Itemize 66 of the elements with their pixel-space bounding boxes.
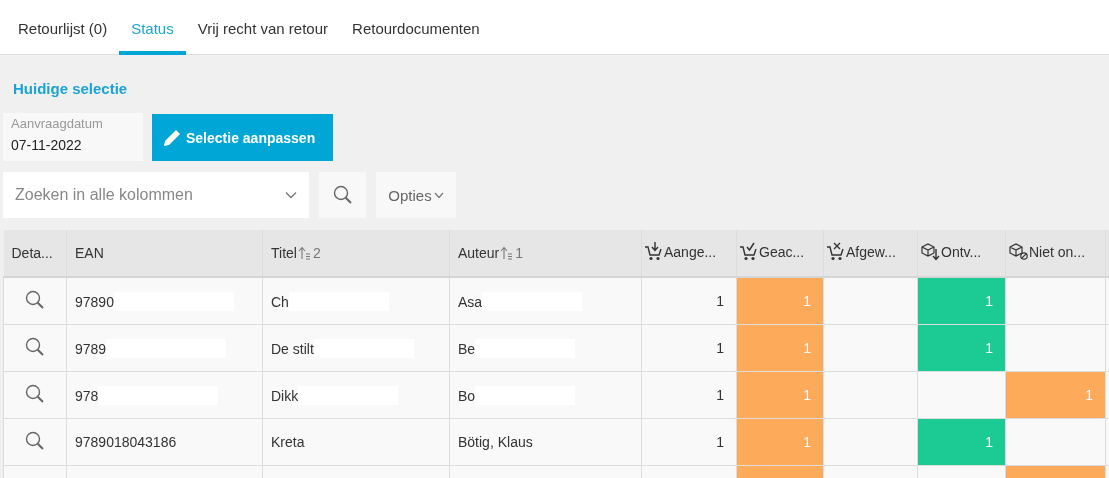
magnifier-icon[interactable] xyxy=(25,383,45,404)
table-cell: Ch xyxy=(271,293,289,309)
status-cell: 1 xyxy=(917,418,1006,466)
column-header[interactable]: Geac... xyxy=(736,230,824,277)
table-cell: Bo xyxy=(458,387,476,403)
search-input[interactable]: Zoeken in alle kolommen xyxy=(15,186,285,204)
sort-ascending-icon xyxy=(500,246,515,260)
sort-ascending-icon xyxy=(297,246,312,260)
tab[interactable]: Retourdocumenten xyxy=(340,0,492,55)
column-header[interactable]: Afgew... xyxy=(823,230,918,277)
column-label: Aange... xyxy=(664,243,717,260)
table-cell: 9789 xyxy=(75,340,107,356)
chevron-down-icon xyxy=(433,191,444,199)
table-cell: 978 xyxy=(75,387,99,403)
table-cell: Asa xyxy=(458,293,483,309)
column-header[interactable]: Niet on... xyxy=(1005,230,1106,277)
box-arrow-down-icon xyxy=(920,242,940,261)
sort-rank: 1 xyxy=(515,245,524,261)
date-input[interactable]: 07-11-2022 xyxy=(11,137,131,153)
cart-x-icon xyxy=(826,242,845,261)
table-cell: Dikk xyxy=(271,387,299,403)
search-field[interactable]: Zoeken in alle kolommen xyxy=(3,172,309,218)
chevron-down-icon xyxy=(285,191,297,199)
table-cell: 1 xyxy=(641,277,737,325)
table-cell: 1 xyxy=(641,371,737,419)
status-cell: 1 xyxy=(736,324,824,372)
status-cell: 1 xyxy=(1005,371,1106,419)
search-icon xyxy=(332,185,353,205)
column-header[interactable]: Auteur xyxy=(458,245,500,261)
options-button[interactable]: Opties xyxy=(376,172,456,218)
sort-rank: 2 xyxy=(312,245,321,261)
status-cell: 1 xyxy=(736,371,824,419)
date-field[interactable]: Aanvraagdatum 07-11-2022 xyxy=(3,113,143,161)
table-cell: 9789018043186 xyxy=(75,434,177,451)
status-cell: 1 xyxy=(917,277,1006,325)
tab[interactable]: Retourlijst (0) xyxy=(6,0,120,55)
table-cell: Kreta xyxy=(271,434,305,451)
field-label: Aanvraagdatum xyxy=(11,116,104,131)
column-header[interactable]: EAN xyxy=(66,230,263,277)
cart-arrow-down-icon xyxy=(644,242,663,261)
table-cell: 1 xyxy=(641,324,737,372)
cart-check-icon xyxy=(739,242,758,261)
search-button[interactable] xyxy=(319,172,366,218)
tab[interactable]: Vrij recht van retour xyxy=(185,0,341,55)
column-label: Niet on... xyxy=(1029,243,1086,260)
status-cell: 1 xyxy=(917,324,1006,372)
column-label: Ontv... xyxy=(941,243,982,260)
table-cell: Bötig, Klaus xyxy=(458,434,533,451)
section-title: Huidige selectie xyxy=(13,80,128,97)
column-header[interactable]: Ontv... xyxy=(917,230,1006,277)
table-cell: Be xyxy=(458,340,476,356)
box-blocked-icon xyxy=(1008,242,1028,261)
pencil-icon xyxy=(162,127,182,148)
magnifier-icon[interactable] xyxy=(25,336,45,357)
column-header[interactable]: Deta... xyxy=(3,230,67,277)
status-cell: 1 xyxy=(736,277,824,325)
column-header[interactable]: Aange... xyxy=(641,230,737,277)
magnifier-icon[interactable] xyxy=(25,289,45,310)
table-cell: 1 xyxy=(641,418,737,466)
column-label: Afgew... xyxy=(846,243,896,260)
column-header[interactable]: Titel xyxy=(271,245,297,261)
column-label: Geac... xyxy=(759,243,805,260)
table-cell: 97890 xyxy=(75,293,114,309)
magnifier-icon[interactable] xyxy=(25,430,45,451)
table-cell: De stilt xyxy=(271,340,314,356)
status-cell: 1 xyxy=(736,418,824,466)
